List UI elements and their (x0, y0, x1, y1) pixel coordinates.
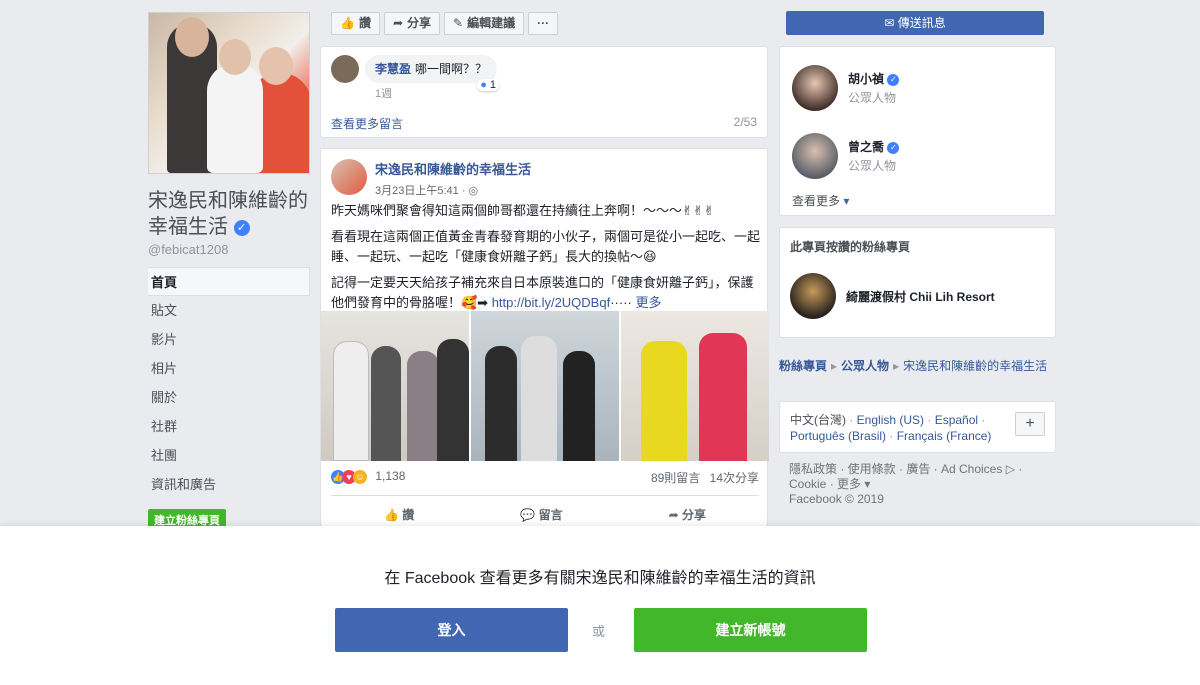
see-more-people-link[interactable]: 查看更多 ▾ (792, 192, 849, 209)
post-photos (321, 311, 769, 461)
page-title: 宋逸民和陳維齡的 幸福生活 ✓ (148, 190, 308, 238)
signup-button[interactable]: 建立新帳號 (634, 608, 867, 652)
page-handle[interactable]: @febicat1208 (148, 242, 310, 257)
reaction-count: 1,138 (375, 469, 406, 483)
breadcrumb-item[interactable]: 公眾人物 (841, 359, 889, 373)
language-list: 中文(台灣) · English (US) · Español · Portug… (790, 413, 992, 443)
login-button[interactable]: 登入 (335, 608, 568, 652)
post-photo[interactable] (621, 311, 769, 461)
suggest-edits-button[interactable]: ✎ 編輯建議 (444, 12, 525, 35)
nav-item-about[interactable]: 關於 (148, 383, 310, 412)
verified-badge-icon: ✓ (233, 219, 250, 236)
post-share-button[interactable]: ➦ 分享 (669, 506, 706, 523)
chevron-down-icon: ▾ (843, 194, 850, 208)
post-photo[interactable] (321, 311, 469, 461)
post-paragraph: 看看現在這兩個正值黃金青春發育期的小伙子，兩個可是從小一起吃、一起睡、一起玩、一… (331, 229, 761, 264)
language-link[interactable]: Español (935, 413, 978, 427)
related-people-card: 胡小禎 ✓ 公眾人物 曾之喬 ✓ 公眾人物 查看更多 ▾ (779, 46, 1056, 216)
language-link[interactable]: Português (Brasil) (790, 429, 886, 443)
see-more-link[interactable]: 更多 (635, 295, 661, 310)
left-column: 宋逸民和陳維齡的 幸福生活 ✓ @febicat1208 首頁 貼文 影片 相片… (148, 12, 310, 531)
post-actions: 👍 讚 💬 留言 ➦ 分享 (331, 495, 759, 523)
language-link[interactable]: Français (France) (897, 429, 992, 443)
post-comment-button[interactable]: 💬 留言 (520, 506, 562, 523)
view-more-comments-link[interactable]: 查看更多留言 (331, 115, 403, 132)
breadcrumb-item[interactable]: 粉絲專頁 (779, 359, 827, 373)
breadcrumb: 粉絲專頁 ▸ 公眾人物 ▸ 宋逸民和陳維齡的幸福生活 (779, 359, 1048, 373)
nav-item-groups[interactable]: 社團 (148, 441, 310, 470)
comment-count: 2/53 (733, 115, 757, 129)
nav-item-community[interactable]: 社群 (148, 412, 310, 441)
comment-reaction-count[interactable]: ● 1 (477, 79, 500, 91)
post-paragraph: 昨天媽咪們聚會得知這兩個帥哥都還在持續往上奔啊！～～～✌✌✌ (331, 203, 715, 218)
post-link[interactable]: http://bit.ly/2UQDBqf (492, 295, 611, 310)
commenter-avatar[interactable] (331, 55, 359, 83)
post-author-avatar[interactable] (331, 159, 367, 195)
liked-pages-title: 此專頁按讚的粉絲專頁 (790, 240, 911, 254)
share-arrow-icon: ➦ (668, 508, 679, 522)
profile-picture[interactable] (148, 12, 310, 174)
person-item[interactable]: 胡小禎 ✓ 公眾人物 (792, 65, 900, 111)
nav-item-posts[interactable]: 貼文 (148, 296, 310, 325)
page-actionbar: 👍 讚 ➦ 分享 ✎ 編輯建議 ··· (331, 12, 559, 35)
comments-card: 李慧盈 哪一間啊？？ ● 1 1週 查看更多留言 2/53 (320, 46, 768, 138)
shares-count-link[interactable]: 14次分享 (710, 471, 759, 485)
person-avatar[interactable] (792, 65, 838, 111)
more-languages-button[interactable]: + (1015, 412, 1045, 436)
footer-links: 隱私政策 · 使用條款 · 廣告 · Ad Choices ▷ · Cookie… (789, 462, 1023, 506)
verified-badge-icon: ✓ (887, 141, 900, 154)
post-timestamp[interactable]: 3月23日上午5:41 · ◎ (375, 182, 531, 198)
like-reaction-icon: ● (480, 79, 487, 91)
liked-page-item[interactable]: 綺麗渡假村 Chii Lih Resort (790, 273, 995, 319)
comment-author[interactable]: 李慧盈 (375, 62, 411, 76)
comment-text: 哪一間啊？？ (415, 62, 488, 76)
reaction-summary[interactable]: 👍 ♥ ☺ 1,138 (331, 469, 405, 486)
liked-page-avatar[interactable] (790, 273, 836, 319)
pencil-icon: ✎ (453, 16, 464, 30)
share-page-button[interactable]: ➦ 分享 (383, 12, 441, 35)
verified-badge-icon: ✓ (887, 73, 900, 86)
post-card: 宋逸民和陳維齡的幸福生活 3月23日上午5:41 · ◎ 昨天媽咪們聚會得知這兩… (320, 148, 769, 538)
post-photo[interactable] (471, 311, 619, 461)
post-reaction-bar: 👍 ♥ ☺ 1,138 89則留言 14次分享 (331, 469, 759, 486)
more-options-button[interactable]: ··· (528, 12, 559, 35)
language-card: 中文(台灣) · English (US) · Español · Portug… (779, 401, 1056, 453)
login-prompt-text: 在 Facebook 查看更多有關宋逸民和陳維齡的幸福生活的資訊 (384, 570, 816, 587)
or-divider: 或 (592, 624, 606, 639)
like-page-button[interactable]: 👍 讚 (331, 12, 380, 35)
post-header: 宋逸民和陳維齡的幸福生活 3月23日上午5:41 · ◎ (331, 159, 531, 198)
haha-reaction-icon: ☺ (353, 469, 367, 484)
share-arrow-icon: ➦ (392, 16, 404, 30)
comment-bubble: 李慧盈 哪一間啊？？ ● 1 (365, 55, 500, 91)
nav-item-videos[interactable]: 影片 (148, 325, 310, 354)
liked-pages-card: 此專頁按讚的粉絲專頁 綺麗渡假村 Chii Lih Resort (779, 227, 1056, 338)
nav-item-photos[interactable]: 相片 (148, 354, 310, 383)
breadcrumb-item[interactable]: 宋逸民和陳維齡的幸福生活 (903, 359, 1047, 373)
page-nav: 首頁 貼文 影片 相片 關於 社群 社團 資訊和廣告 (148, 267, 310, 499)
post-like-button[interactable]: 👍 讚 (384, 506, 414, 523)
messenger-icon: ✉ (884, 16, 895, 30)
comment-time: 1週 (375, 88, 393, 100)
person-item[interactable]: 曾之喬 ✓ 公眾人物 (792, 133, 900, 179)
login-prompt-banner: 在 Facebook 查看更多有關宋逸民和陳維齡的幸福生活的資訊 登入 或 建立… (0, 526, 1200, 685)
nav-item-info-ads[interactable]: 資訊和廣告 (148, 470, 310, 499)
comment-item: 李慧盈 哪一間啊？？ ● 1 (331, 55, 500, 91)
language-link[interactable]: English (US) (857, 413, 924, 427)
post-paragraph: 記得一定要天天給孩子補充來自日本原裝進口的「健康食妍離子鈣」，保護他們發育中的骨… (331, 275, 754, 310)
post-author[interactable]: 宋逸民和陳維齡的幸福生活 (375, 159, 531, 178)
thumbs-up-icon: 👍 (340, 16, 355, 30)
person-avatar[interactable] (792, 133, 838, 179)
nav-item-home[interactable]: 首頁 (148, 267, 310, 296)
send-message-button[interactable]: ✉ 傳送訊息 (786, 11, 1044, 35)
comments-count-link[interactable]: 89則留言 (651, 471, 700, 485)
thumbs-up-icon: 👍 (383, 508, 399, 522)
post-body: 昨天媽咪們聚會得知這兩個帥哥都還在持續往上奔啊！～～～✌✌✌ 看看現在這兩個正值… (331, 201, 761, 319)
comment-bubble-icon: 💬 (520, 508, 536, 522)
